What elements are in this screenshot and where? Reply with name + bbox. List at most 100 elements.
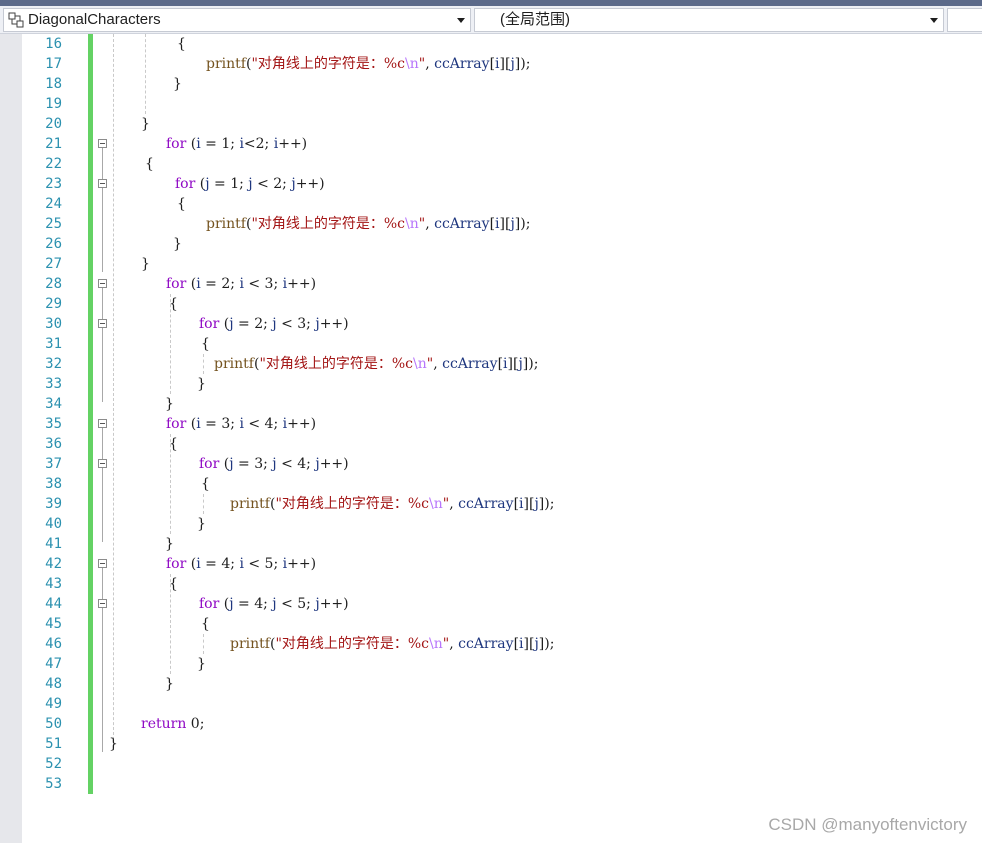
- collapse-icon[interactable]: [98, 419, 107, 428]
- code-line[interactable]: 36 {: [0, 434, 982, 454]
- collapse-icon[interactable]: [98, 459, 107, 468]
- code-line[interactable]: 39 printf("对角线上的字符是：%c\n", ccArray[i][j])…: [0, 494, 982, 514]
- code-line[interactable]: 26}: [0, 234, 982, 254]
- code-token: ][: [507, 356, 519, 372]
- code-line[interactable]: 30 for (j = 2; j < 3; j++): [0, 314, 982, 334]
- line-number: 40: [45, 516, 62, 532]
- code-line[interactable]: 27}: [0, 254, 982, 274]
- code-token: ++): [287, 416, 317, 432]
- code-token: }: [197, 376, 206, 392]
- line-number: 42: [45, 556, 62, 572]
- code-text: }: [165, 534, 174, 554]
- code-text: {: [169, 574, 178, 594]
- code-token: \n: [429, 496, 443, 512]
- watermark: CSDN @manyoftenvictory: [768, 815, 967, 834]
- code-line[interactable]: 17 printf("对角线上的字符是：%c\n", ccArray[i][j])…: [0, 54, 982, 74]
- code-line[interactable]: 31 {: [0, 334, 982, 354]
- line-number: 47: [45, 656, 62, 672]
- code-text: }: [141, 114, 150, 134]
- code-line[interactable]: 18}: [0, 74, 982, 94]
- code-line[interactable]: 16 {: [0, 34, 982, 54]
- code-line[interactable]: 29 {: [0, 294, 982, 314]
- code-line[interactable]: 41}: [0, 534, 982, 554]
- code-line[interactable]: 46 printf("对角线上的字符是：%c\n", ccArray[i][j])…: [0, 634, 982, 654]
- code-line[interactable]: 35 for (i = 3; i < 4; i++): [0, 414, 982, 434]
- code-token: for: [166, 136, 187, 152]
- code-line[interactable]: 21 for (i = 1; i<2; i++): [0, 134, 982, 154]
- collapse-icon[interactable]: [98, 559, 107, 568]
- line-number: 23: [45, 176, 62, 192]
- code-line[interactable]: 22 {: [0, 154, 982, 174]
- code-text: printf("对角线上的字符是：%c\n", ccArray[i][j]);: [230, 494, 554, 514]
- code-line[interactable]: 48}: [0, 674, 982, 694]
- code-line[interactable]: 24 {: [0, 194, 982, 214]
- line-number: 52: [45, 756, 62, 772]
- code-text: {: [145, 154, 154, 174]
- code-line[interactable]: 42 for (i = 4; i < 5; i++): [0, 554, 982, 574]
- code-line[interactable]: 53: [0, 774, 982, 794]
- code-line[interactable]: 43 {: [0, 574, 982, 594]
- code-text: for (i = 2; i < 3; i++): [166, 274, 316, 294]
- collapse-icon[interactable]: [98, 599, 107, 608]
- code-line[interactable]: 52: [0, 754, 982, 774]
- line-number: 31: [45, 336, 62, 352]
- code-text: for (i = 3; i < 4; i++): [166, 414, 316, 434]
- code-token: "对角线上的字符是：%c: [275, 496, 430, 512]
- code-text: }: [173, 74, 182, 94]
- code-token: (: [186, 416, 197, 432]
- code-text: {: [177, 194, 186, 214]
- code-line[interactable]: 44 for (j = 4; j < 5; j++): [0, 594, 982, 614]
- member-dropdown[interactable]: (全局范围): [474, 8, 944, 32]
- code-line[interactable]: 19: [0, 94, 982, 114]
- code-line[interactable]: 32 printf("对角线上的字符是：%c\n", ccArray[i][j])…: [0, 354, 982, 374]
- collapse-icon[interactable]: [98, 279, 107, 288]
- code-line[interactable]: 51}: [0, 734, 982, 754]
- code-text: }: [165, 674, 174, 694]
- line-number: 38: [45, 476, 62, 492]
- code-line[interactable]: 50 return 0;: [0, 714, 982, 734]
- code-text: printf("对角线上的字符是：%c\n", ccArray[i][j]);: [230, 634, 554, 654]
- collapse-icon[interactable]: [98, 179, 107, 188]
- code-text: }: [197, 374, 206, 394]
- code-token: = 3;: [200, 416, 240, 432]
- code-text: }: [197, 654, 206, 674]
- code-line[interactable]: 49: [0, 694, 982, 714]
- code-text: }: [141, 254, 150, 274]
- code-token: {: [201, 476, 210, 492]
- code-token: {: [169, 576, 178, 592]
- code-token: ++): [319, 596, 349, 612]
- code-token: ++): [319, 456, 349, 472]
- code-line[interactable]: 37 for (j = 3; j < 4; j++): [0, 454, 982, 474]
- line-number: 41: [45, 536, 62, 552]
- scope-dropdown[interactable]: DiagonalCharacters: [3, 8, 471, 32]
- chevron-down-icon[interactable]: [930, 18, 938, 23]
- chevron-down-icon[interactable]: [457, 18, 465, 23]
- code-token: (: [219, 316, 230, 332]
- line-number: 32: [45, 356, 62, 372]
- code-line[interactable]: 40}: [0, 514, 982, 534]
- code-text: for (i = 1; i<2; i++): [166, 134, 307, 154]
- code-line[interactable]: 45 {: [0, 614, 982, 634]
- code-line[interactable]: 38 {: [0, 474, 982, 494]
- code-token: for: [175, 176, 196, 192]
- code-line[interactable]: 28 for (i = 2; i < 3; i++): [0, 274, 982, 294]
- collapse-icon[interactable]: [98, 319, 107, 328]
- extra-dropdown[interactable]: [947, 8, 982, 32]
- code-line[interactable]: 34}: [0, 394, 982, 414]
- collapse-icon[interactable]: [98, 139, 107, 148]
- code-token: 0;: [186, 716, 205, 732]
- code-line[interactable]: 47}: [0, 654, 982, 674]
- code-text: {: [177, 34, 186, 54]
- code-token: }: [165, 536, 174, 552]
- code-line[interactable]: 20}: [0, 114, 982, 134]
- code-text: {: [169, 434, 178, 454]
- code-token: ]);: [538, 636, 555, 652]
- code-line[interactable]: 25 printf("对角线上的字符是：%c\n", ccArray[i][j])…: [0, 214, 982, 234]
- code-line[interactable]: 33}: [0, 374, 982, 394]
- code-line[interactable]: 23 for (j = 1; j < 2; j++): [0, 174, 982, 194]
- code-token: "对角线上的字符是：%c: [251, 56, 406, 72]
- line-number: 26: [45, 236, 62, 252]
- code-token: }: [197, 516, 206, 532]
- code-token: ccArray: [434, 216, 490, 232]
- line-number: 18: [45, 76, 62, 92]
